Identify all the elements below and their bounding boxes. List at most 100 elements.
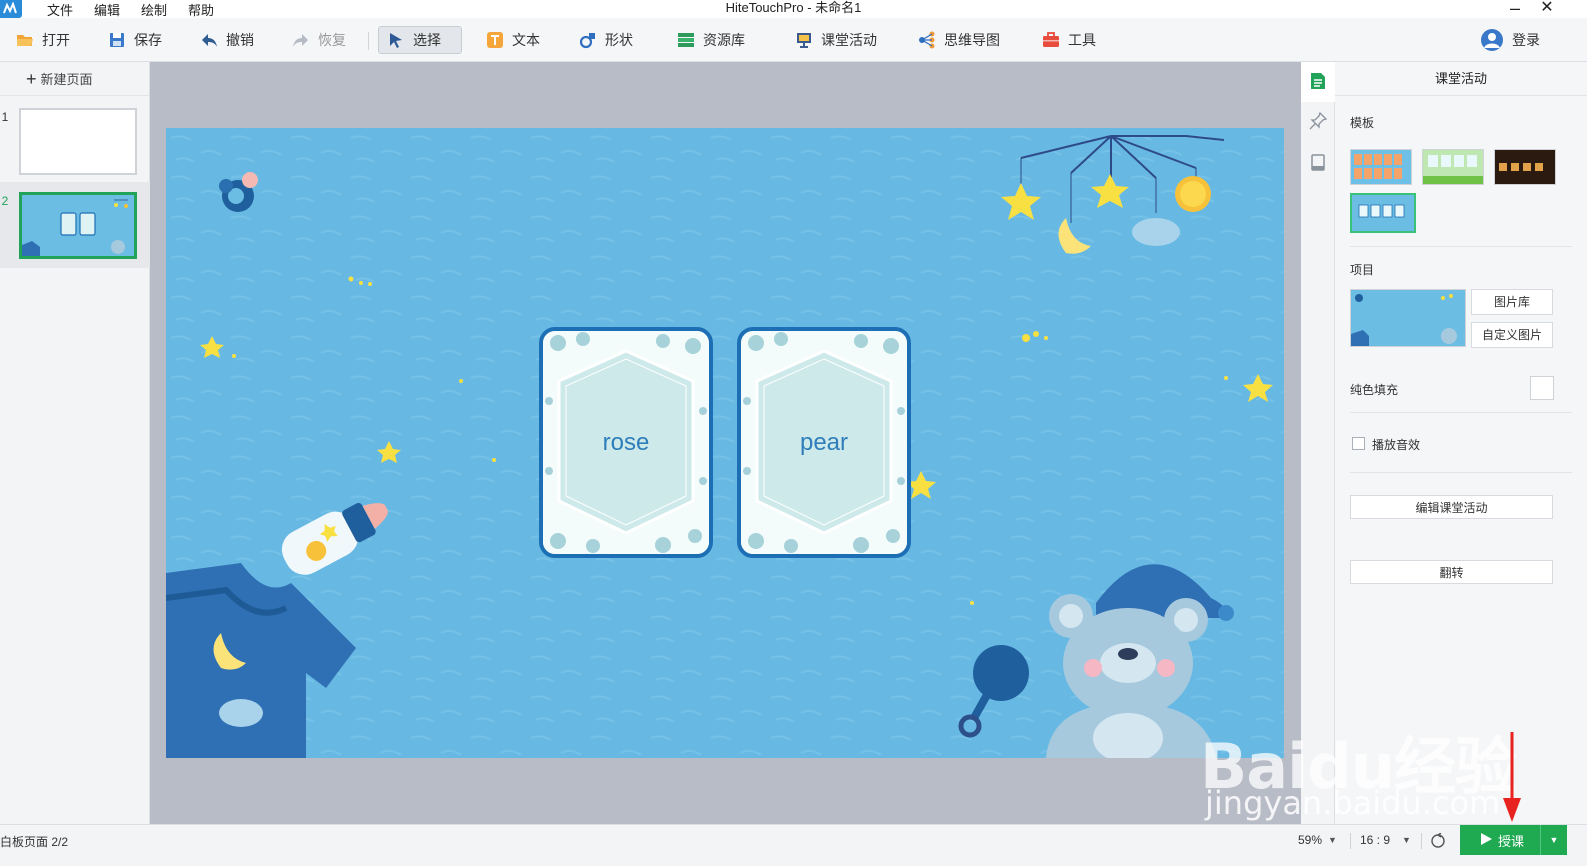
- menu-bar: 文件 编辑 绘制 帮助: [47, 0, 214, 18]
- template-section-label: 模板: [1350, 116, 1375, 130]
- redo-label: 恢复: [318, 32, 346, 48]
- fill-color-picker[interactable]: [1530, 376, 1554, 400]
- properties-panel: 课堂活动 模板 项目 图片库 自定义图片 纯色填充 播放音效 编辑课堂活动 翻转: [1335, 62, 1587, 824]
- plus-icon: +: [26, 68, 37, 89]
- menu-file[interactable]: 文件: [47, 0, 73, 19]
- tools-button[interactable]: 工具: [1034, 26, 1104, 54]
- cursor-arrow-icon: [387, 31, 405, 49]
- tab-properties[interactable]: [1301, 62, 1335, 102]
- menu-help[interactable]: 帮助: [188, 0, 214, 19]
- redo-icon: [292, 31, 310, 49]
- save-icon: [108, 31, 126, 49]
- folder-icon: [16, 31, 34, 49]
- menu-draw[interactable]: 绘制: [141, 0, 167, 19]
- present-button[interactable]: 授课 ▼: [1460, 825, 1567, 855]
- section-divider: [1350, 412, 1572, 413]
- status-bar: 白板页面 2/2 59% ▼ 16 : 9 ▼ 授课 ▼: [0, 824, 1587, 866]
- menu-edit[interactable]: 编辑: [94, 0, 120, 19]
- pin-icon: [1309, 111, 1328, 133]
- undo-button[interactable]: 撤销: [192, 26, 262, 54]
- mind-map-icon: [918, 31, 936, 49]
- template-dark-film[interactable]: [1494, 149, 1556, 185]
- template-green-cards[interactable]: [1422, 149, 1484, 185]
- chevron-down-icon: ▼: [1328, 835, 1337, 845]
- activity-card-1[interactable]: rose: [539, 327, 713, 558]
- page-thumbnail-1[interactable]: 1: [0, 98, 150, 184]
- rotate-icon: [1430, 832, 1446, 852]
- open-button[interactable]: 打开: [8, 26, 78, 54]
- template-blue-baby[interactable]: [1350, 193, 1416, 233]
- resource-library-icon: [677, 31, 695, 49]
- image-library-button[interactable]: 图片库: [1471, 289, 1553, 315]
- present-dropdown[interactable]: ▼: [1540, 825, 1567, 855]
- save-button[interactable]: 保存: [100, 26, 170, 54]
- present-main[interactable]: 授课: [1460, 831, 1540, 850]
- shape-label: 形状: [605, 32, 633, 48]
- card-word: pear: [799, 429, 849, 456]
- page-number: 2: [1, 194, 9, 208]
- toolbar: 打开 保存 撤销 恢复 选择 文本 形状 资源库 课堂活动 思维导图 工具 登录: [0, 18, 1587, 62]
- watermark-url: jingyan.baidu.com: [1205, 784, 1501, 822]
- shape-tool-button[interactable]: 形状: [571, 26, 641, 54]
- zoom-value: 59%: [1298, 833, 1323, 847]
- flip-button[interactable]: 翻转: [1350, 560, 1553, 584]
- canvas-area[interactable]: rose pear: [150, 62, 1301, 824]
- tab-book[interactable]: [1301, 144, 1335, 184]
- close-button[interactable]: ✕: [1527, 0, 1567, 18]
- app-logo-icon: [0, 0, 22, 18]
- classroom-activity-button[interactable]: 课堂活动: [787, 26, 885, 54]
- play-icon: [1480, 832, 1492, 848]
- item-section-label: 项目: [1350, 263, 1375, 277]
- chevron-down-icon: ▼: [1402, 835, 1411, 845]
- mind-map-label: 思维导图: [944, 32, 1000, 48]
- new-page-button[interactable]: + 新建页面: [0, 62, 150, 96]
- text-icon: [486, 31, 504, 49]
- red-arrow-icon: [1503, 732, 1521, 822]
- aspect-value: 16 : 9: [1360, 833, 1391, 847]
- status-divider: [1350, 833, 1351, 849]
- present-label: 授课: [1498, 833, 1525, 849]
- zoom-dropdown[interactable]: 59% ▼: [1298, 833, 1337, 847]
- slide-background-decoration: [166, 128, 1284, 758]
- slide-canvas[interactable]: rose pear: [166, 128, 1284, 758]
- book-icon: [1310, 153, 1326, 175]
- panel-title: 课堂活动: [1335, 62, 1587, 96]
- page-thumbnail-2[interactable]: 2: [0, 182, 150, 268]
- mind-map-button[interactable]: 思维导图: [910, 26, 1008, 54]
- select-label: 选择: [413, 32, 441, 48]
- side-tabs: [1301, 62, 1335, 824]
- chevron-down-icon: ▼: [1549, 835, 1559, 845]
- custom-image-button[interactable]: 自定义图片: [1471, 322, 1553, 348]
- title-bar: 文件 编辑 绘制 帮助 HiteTouchPro - 未命名1 – ✕: [0, 0, 1587, 18]
- login-button[interactable]: 登录: [1472, 26, 1548, 54]
- new-page-label: 新建页面: [40, 72, 93, 87]
- window-title: HiteTouchPro - 未命名1: [725, 0, 862, 15]
- undo-label: 撤销: [226, 32, 254, 48]
- tab-pin[interactable]: [1301, 102, 1335, 142]
- play-sound-checkbox[interactable]: [1352, 437, 1365, 450]
- toolbar-divider: [368, 32, 369, 50]
- redo-button[interactable]: 恢复: [284, 26, 354, 54]
- classroom-activity-label: 课堂活动: [821, 32, 877, 48]
- user-avatar-icon: [1480, 28, 1504, 52]
- template-orange-grid[interactable]: [1350, 149, 1412, 185]
- page-preview: [19, 192, 137, 259]
- aspect-ratio-dropdown[interactable]: 16 : 9 ▼: [1360, 833, 1411, 847]
- resources-label: 资源库: [703, 32, 745, 48]
- solid-fill-label: 纯色填充: [1350, 383, 1399, 397]
- page-preview: [19, 108, 137, 175]
- shapes-icon: [579, 31, 597, 49]
- status-divider: [1421, 833, 1422, 849]
- document-icon: [1310, 72, 1326, 93]
- activity-card-2[interactable]: pear: [737, 327, 911, 558]
- text-tool-button[interactable]: 文本: [478, 26, 548, 54]
- card-word: rose: [602, 429, 650, 456]
- resources-button[interactable]: 资源库: [669, 26, 753, 54]
- tools-label: 工具: [1068, 32, 1096, 48]
- login-label: 登录: [1512, 32, 1540, 48]
- edit-activity-button[interactable]: 编辑课堂活动: [1350, 495, 1553, 519]
- item-background-preview[interactable]: [1350, 289, 1466, 347]
- rotate-button[interactable]: [1430, 832, 1446, 852]
- select-tool-button[interactable]: 选择: [378, 26, 462, 54]
- section-divider: [1350, 246, 1572, 247]
